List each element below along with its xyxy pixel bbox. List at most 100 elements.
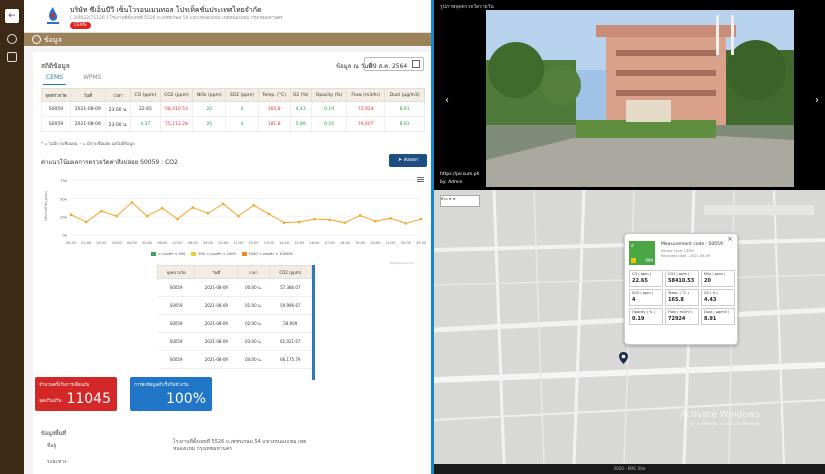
x-tick-label: 13:00 [264, 241, 274, 245]
table-header-cell: จุดตรวจวัด [157, 265, 196, 279]
info-icon[interactable] [7, 34, 17, 44]
tab-cems[interactable]: CEMS [43, 74, 66, 85]
table-cell: 2021-08-09 [194, 350, 238, 369]
y-tick-label: 50k [60, 196, 68, 201]
table-header-cell: Flow (m3/hr) [346, 88, 386, 102]
legend-swatch-green [151, 252, 156, 256]
table-cell: 66,175.79 [269, 350, 312, 369]
table-cell: 2021-08-09 [194, 314, 238, 333]
activation-watermark-sub: Go to Settings to activate Windows. [690, 421, 762, 426]
content-card: สถิติข้อมูล ข้อมูล ณ วันที่ 09 ส.ค. 2564… [33, 52, 431, 474]
table-cell: 02:00 น. [237, 314, 270, 333]
table-cell: 2021-08-09 [194, 332, 238, 351]
data-point [358, 214, 362, 217]
table-cell: 8.91 [384, 101, 425, 117]
photo-author: by: Admin [440, 180, 463, 185]
table-cell: 4.43 [289, 101, 312, 117]
alert-count-label: จำนวนครั้งในการเตือนภัย [39, 383, 90, 388]
data-point [84, 220, 88, 224]
x-tick-label: 16:00 [309, 241, 319, 245]
data-point [404, 222, 408, 225]
table-header-cell: Temp. (°C) [257, 88, 291, 102]
export-label: ส่งออก [403, 157, 419, 163]
export-button[interactable]: ➤ ส่งออก [389, 154, 427, 167]
data-point [100, 209, 103, 213]
station-popup: × d 999 Measurement code : S0059 Sensor … [624, 233, 738, 345]
tab-wpms[interactable]: WPMS [80, 74, 105, 85]
popup-reading-label: O2 ( % ) [704, 291, 719, 295]
table-cell: 00:00 น. [237, 278, 270, 297]
table-header-cell: เวลา [104, 88, 132, 102]
table-cell: 20 [192, 116, 227, 132]
y-axis-label: ปริมาณก๊าซ (ppm) [43, 190, 48, 220]
x-tick-label: 10:00 [218, 241, 228, 245]
table-header-cell: เวลา [237, 265, 270, 279]
success-rate-card: การส่งข้อมูลสำเร็จในช่วงวัน 100% [130, 377, 212, 411]
calendar-icon[interactable] [412, 60, 420, 68]
popup-close-icon[interactable]: × [727, 235, 733, 243]
y-tick-label: 25k [60, 214, 68, 219]
address-label: ที่อยู่ [47, 443, 57, 449]
popup-reading-value: 165.8 [668, 297, 684, 303]
data-point [69, 213, 73, 216]
legend-swatch-yellow [191, 252, 197, 256]
site-photo [486, 10, 794, 187]
map-controls[interactable]: ห้าม ⊕ ⊕ [440, 195, 480, 207]
x-tick-label: 03:00 [112, 241, 122, 245]
y-tick-label: 0k [62, 233, 67, 238]
table-cell: 04:00 น. [237, 350, 270, 369]
app-root: ← บริษัท ซีเอ็นบีวี เซ็นโวรอนเมนทอล โปรเ… [0, 0, 825, 474]
table-note: * = ไม่มีการเชื่อมต่อ, - = มีการเชื่อมต่… [41, 141, 135, 146]
chart-title: ค่าแนวโน้มผลการตรวจวัดค่าสิ่งปล่อย S0059… [41, 159, 178, 166]
table-cell: 165.8 [257, 101, 291, 117]
popup-title: Measurement code : S0059 [661, 242, 723, 247]
aqi-badge: d 999 [629, 241, 655, 265]
photo-next-icon[interactable]: › [815, 95, 819, 106]
popup-reading-label: Dust ( µg/m3 ) [704, 310, 730, 314]
data-point [328, 218, 331, 222]
popup-reading-label: Flow ( m3/hr ) [668, 310, 693, 314]
chart-legend: < เกณฑ์ฯ < 500 500 < เกณฑ์ฯ < 1000 1000 … [151, 251, 293, 257]
table-row: S0059 2021-08-09 02:00 น. 58,909 [157, 314, 312, 333]
table-cell: 0.19 [310, 101, 348, 117]
table-header-cell: วันที่ [194, 265, 239, 279]
activation-watermark: Activate Windows [680, 410, 760, 420]
back-arrow-icon[interactable]: ← [5, 9, 19, 23]
popup-reading-value: 4 [632, 297, 636, 303]
photo-prev-icon[interactable]: ‹ [445, 95, 449, 106]
popup-reading-label: NOx ( ppm ) [704, 272, 726, 276]
table-cell: 181.8 [257, 116, 291, 132]
data-point [145, 214, 149, 218]
alert-count-value: 11045 [66, 391, 111, 407]
popup-reading-value: 58410.53 [668, 278, 695, 284]
x-tick-label: 14:00 [279, 241, 289, 245]
table-cell: 75,113.28 [159, 116, 194, 132]
table-cell: S0059 [41, 101, 71, 117]
table-header-cell: SO2 (ppm) [225, 88, 259, 102]
document-icon[interactable] [7, 52, 17, 62]
x-tick-label: 15:00 [294, 241, 304, 245]
table-header-cell: Dust (µg/m3) [384, 88, 425, 102]
co2-line-chart: 75k 50k 25k 0k ปริมาณก๊าซ (ppm) 00:00 01:00 02:… [43, 178, 426, 245]
hourly-table-scroll[interactable]: จุดตรวจวัด วันที่ เวลา CO2 (ppm) S0059 2021-… [157, 265, 315, 380]
x-tick-label: 12:00 [249, 241, 259, 245]
table-cell: 4 [225, 101, 259, 117]
x-tick-label: 00:00 [66, 241, 76, 245]
table-cell: 79,607 [346, 116, 386, 132]
data-point [313, 217, 316, 221]
table-cell: 2021-08-09 [194, 296, 238, 315]
x-tick-label: 09:00 [203, 241, 213, 245]
company-logo-icon [47, 7, 59, 24]
table-cell: 0.10 [310, 116, 348, 132]
location-pin-icon[interactable] [619, 352, 628, 364]
table-cell: 59,996.67 [269, 296, 312, 315]
page-footer: 2020 · EMC Site [434, 464, 825, 474]
legend-swatch-orange [241, 252, 247, 256]
x-tick-label: 19:00 [355, 241, 365, 245]
alert-count-card: จำนวนครั้งในการเตือนภัย จุดเกินเกิน 1104… [35, 377, 117, 411]
date-picker[interactable]: 09 ส.ค. 2564 [364, 57, 424, 71]
data-point [419, 217, 423, 221]
popup-reading-value: 4.43 [704, 297, 717, 303]
x-tick-label: 18:00 [340, 241, 350, 245]
page-subtitle: [ 3/0022/71126 ] โรงงานที่ตั้งเลขที่ 552… [70, 16, 283, 21]
